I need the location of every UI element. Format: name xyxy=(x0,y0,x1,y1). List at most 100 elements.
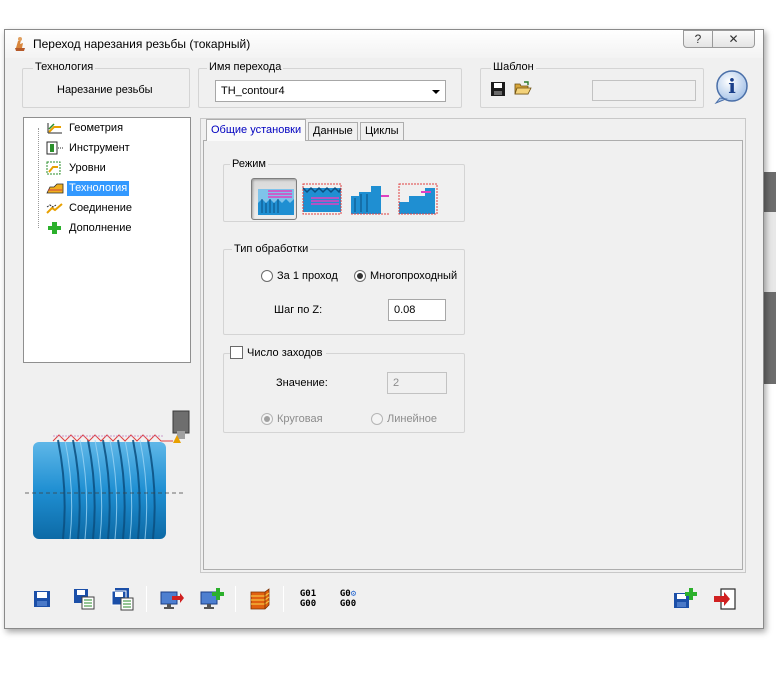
transition-name-combobox[interactable]: TH_contour4 xyxy=(215,80,446,102)
save-icon xyxy=(34,591,50,607)
radio-button[interactable] xyxy=(371,413,383,425)
close-button[interactable]: ✕ xyxy=(713,30,755,48)
window-title: Переход нарезания резьбы (токарный) xyxy=(33,37,251,51)
tab-content: Режим Тип обработки За 1 проход Многопро… xyxy=(203,140,743,570)
app-icon xyxy=(15,37,25,51)
radio-label: Круговая xyxy=(277,413,323,425)
thread-starts-label: Число заходов xyxy=(247,346,323,359)
gcode-line-1: G01 xyxy=(299,589,317,599)
gcode-edit-button[interactable]: G0⚙ G00 xyxy=(333,586,363,612)
starts-value-label: Значение: xyxy=(276,377,328,389)
mode-group-label: Режим xyxy=(230,158,268,170)
toolbar-separator xyxy=(283,586,284,612)
radio-circular[interactable]: Круговая xyxy=(261,413,323,425)
save-add-button[interactable] xyxy=(671,586,697,612)
tool-icon xyxy=(46,141,63,155)
tree-item-label: Соединение xyxy=(69,201,133,214)
gcode-line-2: G00 xyxy=(299,599,317,609)
template-group: Шаблон xyxy=(480,61,704,108)
add-monitor-icon xyxy=(200,588,224,609)
transition-name-group: Имя перехода TH_contour4 xyxy=(198,61,462,108)
thread-starts-checkbox[interactable] xyxy=(230,346,243,359)
mode-button-groove-thread[interactable] xyxy=(395,178,441,220)
radio-multi-pass[interactable]: Многопроходный xyxy=(354,270,457,282)
gcode-line-2: G00 xyxy=(339,599,357,609)
tree-item-technology[interactable]: Технология xyxy=(46,180,130,196)
transition-name-value: TH_contour4 xyxy=(221,85,285,97)
dropdown-arrow-icon[interactable] xyxy=(432,90,440,94)
gear-icon: ⚙ xyxy=(350,589,357,599)
radio-label: За 1 проход xyxy=(277,270,338,282)
navigation-tree[interactable]: Геометрия Инструмент Уровни Технология С… xyxy=(23,117,191,363)
layers-button[interactable] xyxy=(247,586,273,612)
connection-icon xyxy=(46,203,63,214)
tree-item-connection[interactable]: Соединение xyxy=(46,200,134,216)
template-group-label: Шаблон xyxy=(491,61,536,73)
z-step-label: Шаг по Z: xyxy=(274,304,323,316)
technology-icon xyxy=(46,183,64,194)
processing-type-label: Тип обработки xyxy=(232,243,311,255)
mode-group: Режим xyxy=(223,158,465,222)
radio-linear[interactable]: Линейное xyxy=(371,413,437,425)
addition-icon xyxy=(48,222,61,234)
technology-value: Нарезание резьбы xyxy=(57,84,153,96)
tab-data[interactable]: Данные xyxy=(308,122,358,141)
mode-button-face-thread[interactable] xyxy=(347,178,393,220)
radio-label: Многопроходный xyxy=(370,270,458,282)
export-button[interactable] xyxy=(158,586,184,612)
mode-button-inner-thread[interactable] xyxy=(299,178,345,220)
radio-button[interactable] xyxy=(261,270,273,282)
thread-starts-group: Число заходов Значение: 2 Круговая Линей… xyxy=(223,346,465,433)
tree-item-label: Уровни xyxy=(69,161,106,174)
gcode-view-button[interactable]: G01 G00 xyxy=(293,586,323,612)
exit-button[interactable] xyxy=(712,586,738,612)
tree-item-label: Геометрия xyxy=(69,121,124,134)
background-window-edge xyxy=(764,292,776,384)
add-to-monitor-button[interactable] xyxy=(198,586,224,612)
inner-thread-mode-icon xyxy=(302,183,342,215)
save-all-icon xyxy=(111,588,134,611)
tree-item-tool[interactable]: Инструмент xyxy=(46,140,132,156)
background-window-edge xyxy=(764,172,776,212)
template-field[interactable] xyxy=(592,80,696,101)
starts-value-input[interactable]: 2 xyxy=(387,372,447,394)
technology-group-label: Технология xyxy=(33,61,96,73)
face-thread-mode-icon xyxy=(351,186,389,215)
settings-panel: Общие установки Данные Циклы Режим Тип о… xyxy=(200,118,746,573)
z-step-input[interactable]: 0.08 xyxy=(388,299,446,321)
radio-button[interactable] xyxy=(354,270,366,282)
processing-type-group: Тип обработки За 1 проход Многопроходный… xyxy=(223,243,465,335)
info-icon[interactable]: i xyxy=(714,68,750,104)
save-as-button[interactable] xyxy=(71,586,97,612)
save-button[interactable] xyxy=(29,586,55,612)
tree-item-addition[interactable]: Дополнение xyxy=(46,220,133,236)
transition-name-label: Имя перехода xyxy=(207,61,284,73)
thread-preview-image xyxy=(25,410,190,540)
geometry-icon xyxy=(47,123,62,134)
tree-item-geometry[interactable]: Геометрия xyxy=(46,120,125,136)
tab-cycles[interactable]: Циклы xyxy=(360,122,404,141)
tree-item-label: Инструмент xyxy=(69,141,130,154)
tree-item-label: Технология xyxy=(67,180,130,196)
save-add-icon xyxy=(674,588,697,608)
open-template-icon[interactable] xyxy=(514,81,532,97)
help-button[interactable]: ? xyxy=(683,30,713,48)
mode-button-outer-thread[interactable] xyxy=(251,178,297,220)
tree-item-levels[interactable]: Уровни xyxy=(46,160,108,176)
export-monitor-icon xyxy=(160,591,184,609)
save-as-icon xyxy=(74,589,95,610)
title-bar[interactable]: Переход нарезания резьбы (токарный) ? ✕ xyxy=(5,30,763,58)
levels-icon xyxy=(46,161,61,175)
svg-text:i: i xyxy=(728,74,736,98)
radio-button[interactable] xyxy=(261,413,273,425)
tree-item-label: Дополнение xyxy=(69,221,132,234)
radio-label: Линейное xyxy=(387,413,438,425)
save-template-icon[interactable] xyxy=(490,81,506,97)
toolbar-separator xyxy=(146,586,147,612)
toolbar-separator xyxy=(235,586,236,612)
save-all-button[interactable] xyxy=(109,586,135,612)
tab-general-settings[interactable]: Общие установки xyxy=(206,119,307,141)
technology-group: Технология Нарезание резьбы xyxy=(22,61,190,108)
radio-single-pass[interactable]: За 1 проход xyxy=(261,270,338,282)
dialog-window: Переход нарезания резьбы (токарный) ? ✕ … xyxy=(4,29,764,629)
